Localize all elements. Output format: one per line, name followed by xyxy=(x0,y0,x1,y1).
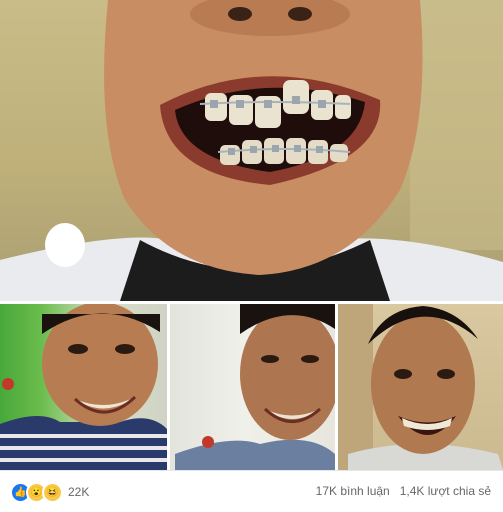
smile-photo-3-illustration xyxy=(338,304,503,470)
facebook-post: 👍 😮 😆 22K 17K bình luận 1,4K lượt chia s… xyxy=(0,0,503,512)
braces-smile-illustration xyxy=(0,0,503,301)
smile-photo-2-illustration xyxy=(175,304,335,470)
post-photo-1[interactable] xyxy=(0,304,167,470)
post-photo-2[interactable] xyxy=(170,304,335,470)
reactions-summary[interactable]: 👍 😮 😆 22K xyxy=(10,481,89,503)
post-stats: 17K bình luận 1,4K lượt chia sẻ xyxy=(316,484,491,498)
reaction-count[interactable]: 22K xyxy=(68,485,89,499)
post-footer: 👍 😮 😆 22K 17K bình luận 1,4K lượt chia s… xyxy=(0,470,503,512)
post-photo-3[interactable] xyxy=(338,304,503,470)
haha-icon: 😆 xyxy=(42,481,63,503)
smile-photo-1-illustration xyxy=(0,304,167,470)
post-photo-main[interactable] xyxy=(0,0,503,301)
comment-count[interactable]: 17K bình luận xyxy=(316,484,390,498)
share-count[interactable]: 1,4K lượt chia sẻ xyxy=(400,484,491,498)
